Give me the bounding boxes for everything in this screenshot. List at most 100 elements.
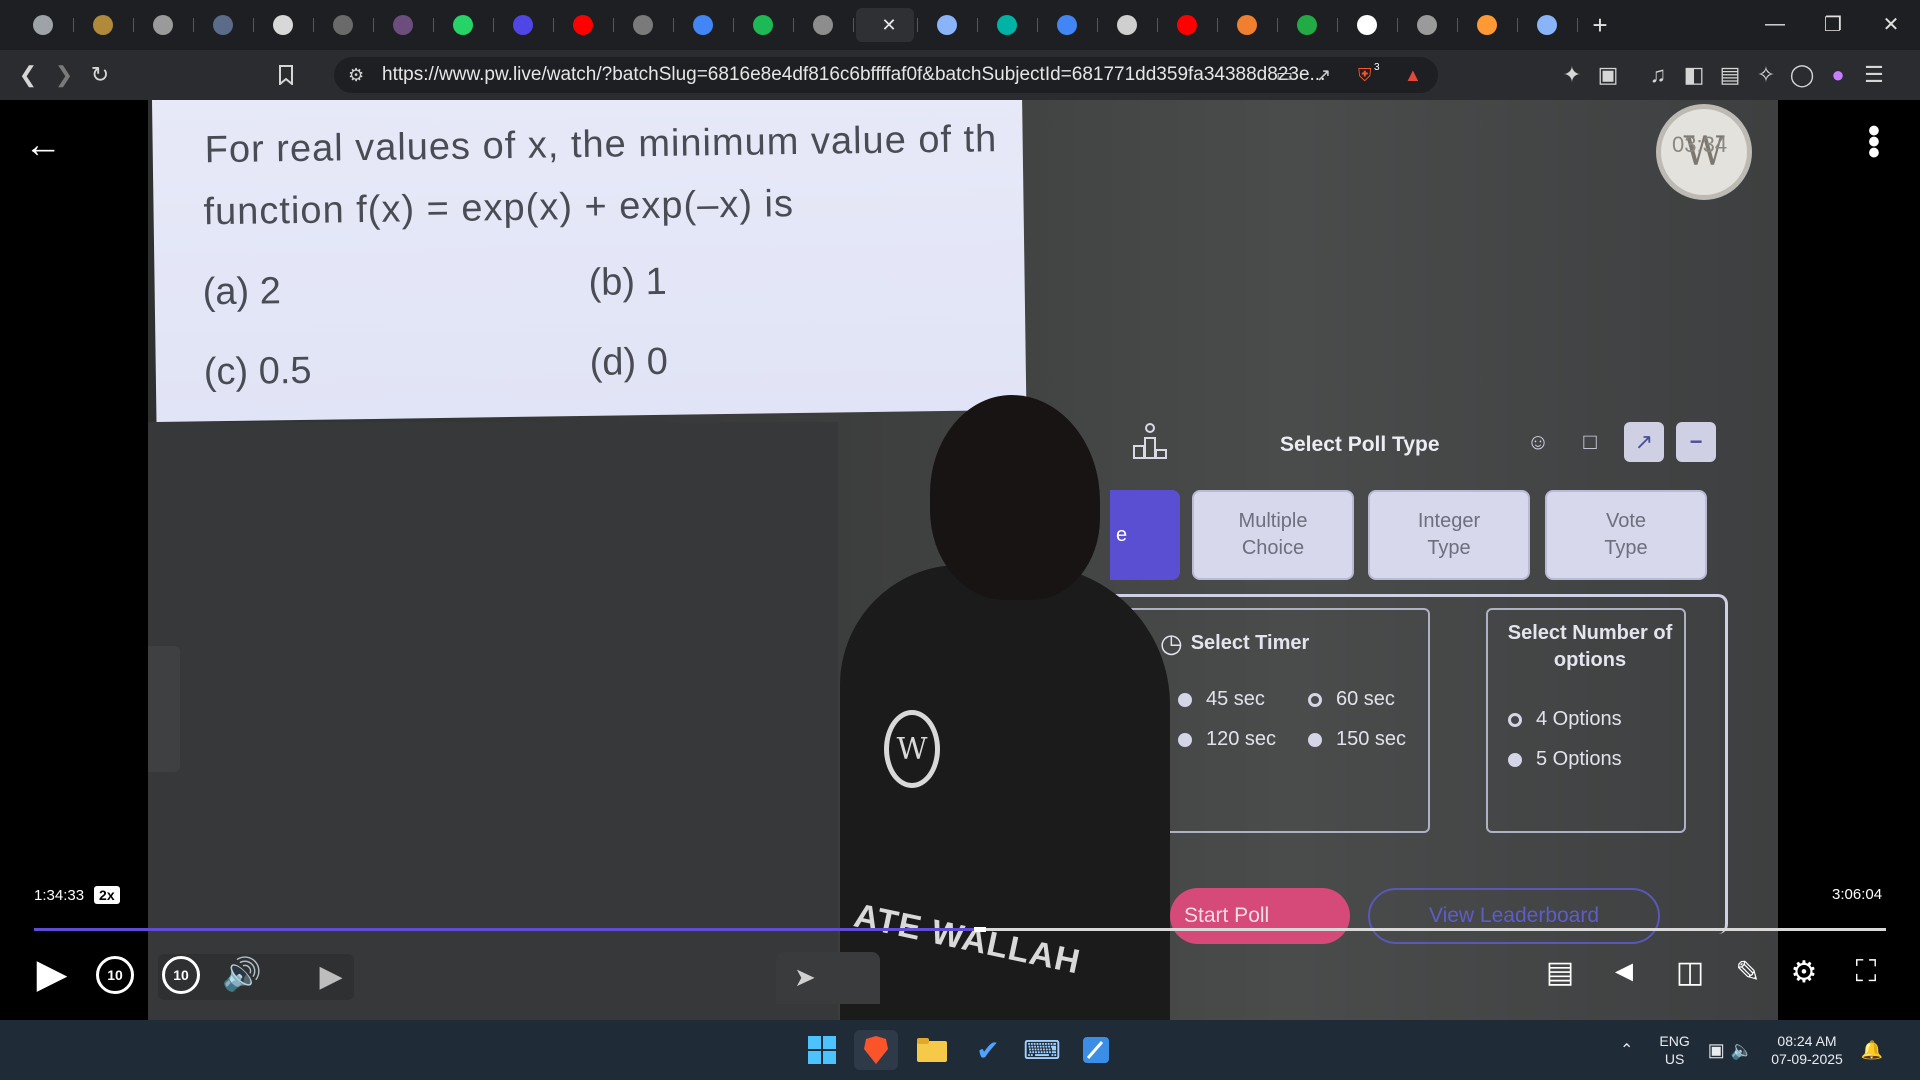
timer-option-120[interactable]: 120 sec <box>1178 728 1276 751</box>
browser-tab[interactable] <box>980 8 1038 42</box>
browser-tab[interactable] <box>1220 8 1278 42</box>
browser-tab[interactable] <box>556 8 614 42</box>
play-icon[interactable]: ▶ <box>32 952 72 996</box>
vpn-icon[interactable]: ◯ <box>1784 57 1820 93</box>
browser-tab[interactable] <box>796 8 854 42</box>
more-options-icon[interactable]: • • • <box>1868 114 1880 169</box>
profile-icon[interactable]: ● <box>1820 57 1856 93</box>
browser-tab[interactable] <box>1100 8 1158 42</box>
close-window-icon[interactable]: ✕ <box>1862 0 1920 48</box>
emoji-reaction-icon[interactable]: ☺ <box>1518 422 1558 462</box>
browser-tab[interactable] <box>1160 8 1218 42</box>
forward-icon[interactable]: ❯ <box>46 57 82 93</box>
paint-icon[interactable] <box>1074 1030 1118 1070</box>
fullscreen-icon[interactable]: ⛶ <box>1844 950 1888 994</box>
address-bar[interactable]: ⚙ https://www.pw.live/watch/?batchSlug=6… <box>334 57 1438 93</box>
notification-bell-icon[interactable]: 🔔 <box>1861 1040 1883 1061</box>
keyboard-icon[interactable]: ⌨ <box>1020 1030 1064 1070</box>
minimize-icon[interactable]: — <box>1746 0 1804 48</box>
option-count-5[interactable]: 5 Options <box>1508 748 1622 771</box>
settings-gear-icon[interactable]: ⚙ <box>1782 950 1826 994</box>
restore-icon[interactable]: ❐ <box>1804 0 1862 48</box>
cast-icon[interactable]: ▭ <box>1276 57 1293 93</box>
browser-tab[interactable] <box>256 8 314 42</box>
poll-type-vote[interactable]: Vote Type <box>1545 490 1707 580</box>
video-player[interactable]: For real values of x, the minimum value … <box>0 100 1920 1020</box>
timer-option-150[interactable]: 150 sec <box>1308 728 1406 751</box>
start-poll-button[interactable]: Start Poll <box>1170 888 1350 944</box>
share-icon[interactable]: ↗ <box>1316 57 1331 93</box>
option-count-4[interactable]: 4 Options <box>1508 708 1622 731</box>
new-tab-button[interactable]: + <box>1580 10 1620 41</box>
translate-icon[interactable]: ◄ <box>1602 950 1646 994</box>
side-panel-handle[interactable] <box>148 646 180 772</box>
expand-icon[interactable]: ↗ <box>1624 422 1664 462</box>
browser-tab[interactable] <box>676 8 734 42</box>
timer-option-label: 120 sec <box>1206 728 1277 750</box>
comments-icon[interactable]: ▤ <box>1538 950 1582 994</box>
view-leaderboard-button[interactable]: View Leaderboard <box>1368 888 1660 944</box>
rewind-10-icon[interactable]: 10 <box>96 956 134 994</box>
timer-option-45[interactable]: 45 sec <box>1178 688 1265 711</box>
todo-icon[interactable]: ✔ <box>966 1030 1010 1070</box>
browser-tab[interactable] <box>1400 8 1458 42</box>
browser-tab[interactable] <box>16 8 74 42</box>
poll-type-active[interactable]: e <box>1110 490 1180 580</box>
browser-tab[interactable] <box>1460 8 1518 42</box>
browser-tab[interactable] <box>1280 8 1338 42</box>
playback-speed-badge[interactable]: 2x <box>94 886 120 904</box>
browser-tab[interactable] <box>316 8 374 42</box>
browser-tab[interactable] <box>1040 8 1098 42</box>
brave-browser-icon[interactable] <box>854 1030 898 1070</box>
minimize-panel-icon[interactable]: − <box>1676 422 1716 462</box>
show-hidden-icons[interactable]: ⌃ <box>1620 1040 1633 1060</box>
file-explorer-icon[interactable] <box>910 1030 954 1070</box>
tab-close-icon[interactable]: ✕ <box>881 15 896 36</box>
radio-icon <box>1308 732 1322 747</box>
browser-tab[interactable]: ✕ <box>856 8 918 42</box>
timer-option-60[interactable]: 60 sec <box>1308 688 1395 711</box>
chat-icon[interactable]: □ <box>1570 422 1610 462</box>
browser-tab[interactable] <box>196 8 254 42</box>
windows-start-icon[interactable] <box>800 1030 844 1070</box>
brave-shields-icon[interactable]: ⛨ <box>1358 57 1372 93</box>
next-icon[interactable]: ▶ <box>316 956 346 996</box>
wallet-icon[interactable]: ▤ <box>1712 57 1748 93</box>
reload-icon[interactable]: ↻ <box>82 57 118 93</box>
reader-icon[interactable]: ▣ <box>1590 57 1626 93</box>
browser-tab[interactable] <box>736 8 794 42</box>
miniplayer-icon[interactable]: ◫ <box>1668 950 1712 994</box>
menu-icon[interactable]: ☰ <box>1856 57 1892 93</box>
back-icon[interactable]: ❮ <box>10 57 46 93</box>
progress-knob[interactable] <box>974 927 987 932</box>
cursor-icon[interactable]: ➤ <box>794 962 816 993</box>
volume-icon[interactable]: 🔊 <box>220 952 264 996</box>
language-indicator[interactable]: ENG US <box>1659 1032 1689 1068</box>
progress-bar[interactable] <box>34 927 1886 932</box>
extensions-icon[interactable]: ✦ <box>1554 57 1590 93</box>
site-settings-icon[interactable]: ⚙ <box>348 57 364 93</box>
bookmark-icon[interactable] <box>268 57 304 93</box>
browser-tab[interactable] <box>76 8 134 42</box>
speaker-icon[interactable]: 🔈 <box>1731 1040 1753 1061</box>
browser-tab[interactable] <box>1520 8 1578 42</box>
browser-tab[interactable] <box>136 8 194 42</box>
browser-tab[interactable] <box>920 8 978 42</box>
poll-type-integer[interactable]: Integer Type <box>1368 490 1530 580</box>
browser-tab[interactable] <box>376 8 434 42</box>
notes-icon[interactable]: ✎ <box>1726 950 1770 994</box>
brave-rewards-icon[interactable]: ▲ <box>1404 57 1422 93</box>
poll-type-multiple-choice[interactable]: Multiple Choice <box>1192 490 1354 580</box>
sidebar-icon[interactable]: ◧ <box>1676 57 1712 93</box>
forward-10-icon[interactable]: 10 <box>162 956 200 994</box>
media-icon[interactable]: ♫ <box>1640 57 1676 93</box>
clock[interactable]: 08:24 AM 07-09-2025 <box>1771 1032 1843 1068</box>
browser-tab[interactable] <box>1340 8 1398 42</box>
leo-ai-icon[interactable]: ✧ <box>1748 57 1784 93</box>
browser-tab[interactable] <box>616 8 674 42</box>
browser-tab[interactable] <box>496 8 554 42</box>
network-icon[interactable]: ▣ <box>1708 1040 1725 1061</box>
browser-tab[interactable] <box>436 8 494 42</box>
presenter-head <box>930 395 1100 600</box>
back-arrow-icon[interactable]: ← <box>24 124 62 167</box>
